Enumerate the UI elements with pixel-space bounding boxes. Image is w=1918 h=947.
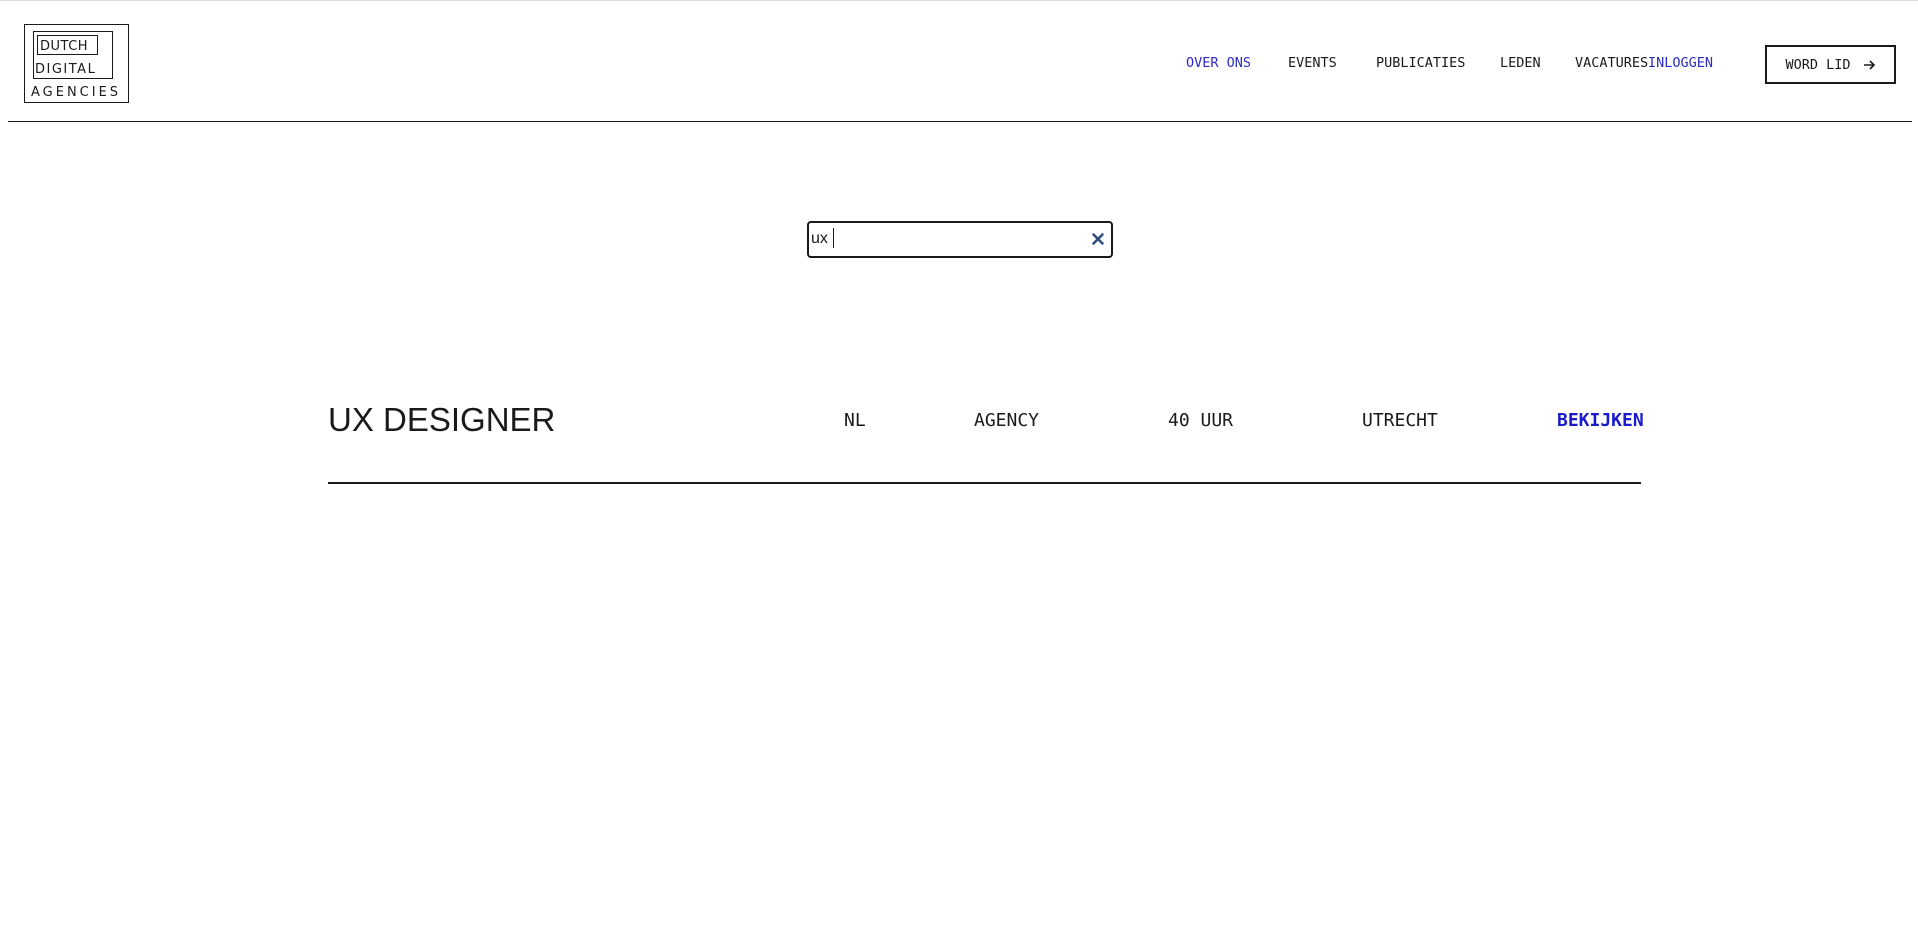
word-lid-button[interactable]: WORD LID	[1765, 45, 1896, 84]
job-hours: 40 UUR	[1168, 410, 1234, 431]
search-box	[807, 221, 1113, 258]
nav-item-inloggen[interactable]: INLOGGEN	[1648, 55, 1713, 71]
arrow-right-icon	[1863, 59, 1876, 71]
bekijken-link[interactable]: BEKIJKEN	[1557, 410, 1644, 432]
search-input[interactable]	[811, 225, 1081, 253]
job-location: UTRECHT	[1362, 410, 1438, 431]
nav-item-leden[interactable]: LEDEN	[1500, 55, 1541, 71]
close-icon[interactable]	[1089, 230, 1107, 248]
logo-text-agencies: AGENCIES	[31, 85, 122, 100]
job-listing-row: UX DESIGNER NL AGENCY 40 UUR UTRECHT BEK…	[328, 380, 1644, 484]
site-header: DUTCH DIGITAL AGENCIES OVER ONS EVENTS P…	[8, 0, 1912, 122]
nav-item-over-ons[interactable]: OVER ONS	[1186, 55, 1251, 71]
nav-item-vacatures[interactable]: VACATURES	[1575, 55, 1648, 71]
logo-text-dutch: DUTCH	[40, 39, 89, 54]
dda-logo[interactable]: DUTCH DIGITAL AGENCIES	[24, 24, 129, 103]
logo-text-digital: DIGITAL	[35, 62, 97, 77]
nav-item-publicaties[interactable]: PUBLICATIES	[1376, 55, 1465, 71]
job-title: UX DESIGNER	[328, 401, 556, 438]
job-type: AGENCY	[974, 410, 1040, 431]
job-language: NL	[844, 410, 866, 431]
text-caret	[833, 228, 834, 248]
nav-item-events[interactable]: EVENTS	[1288, 55, 1337, 71]
word-lid-label: WORD LID	[1785, 56, 1851, 73]
